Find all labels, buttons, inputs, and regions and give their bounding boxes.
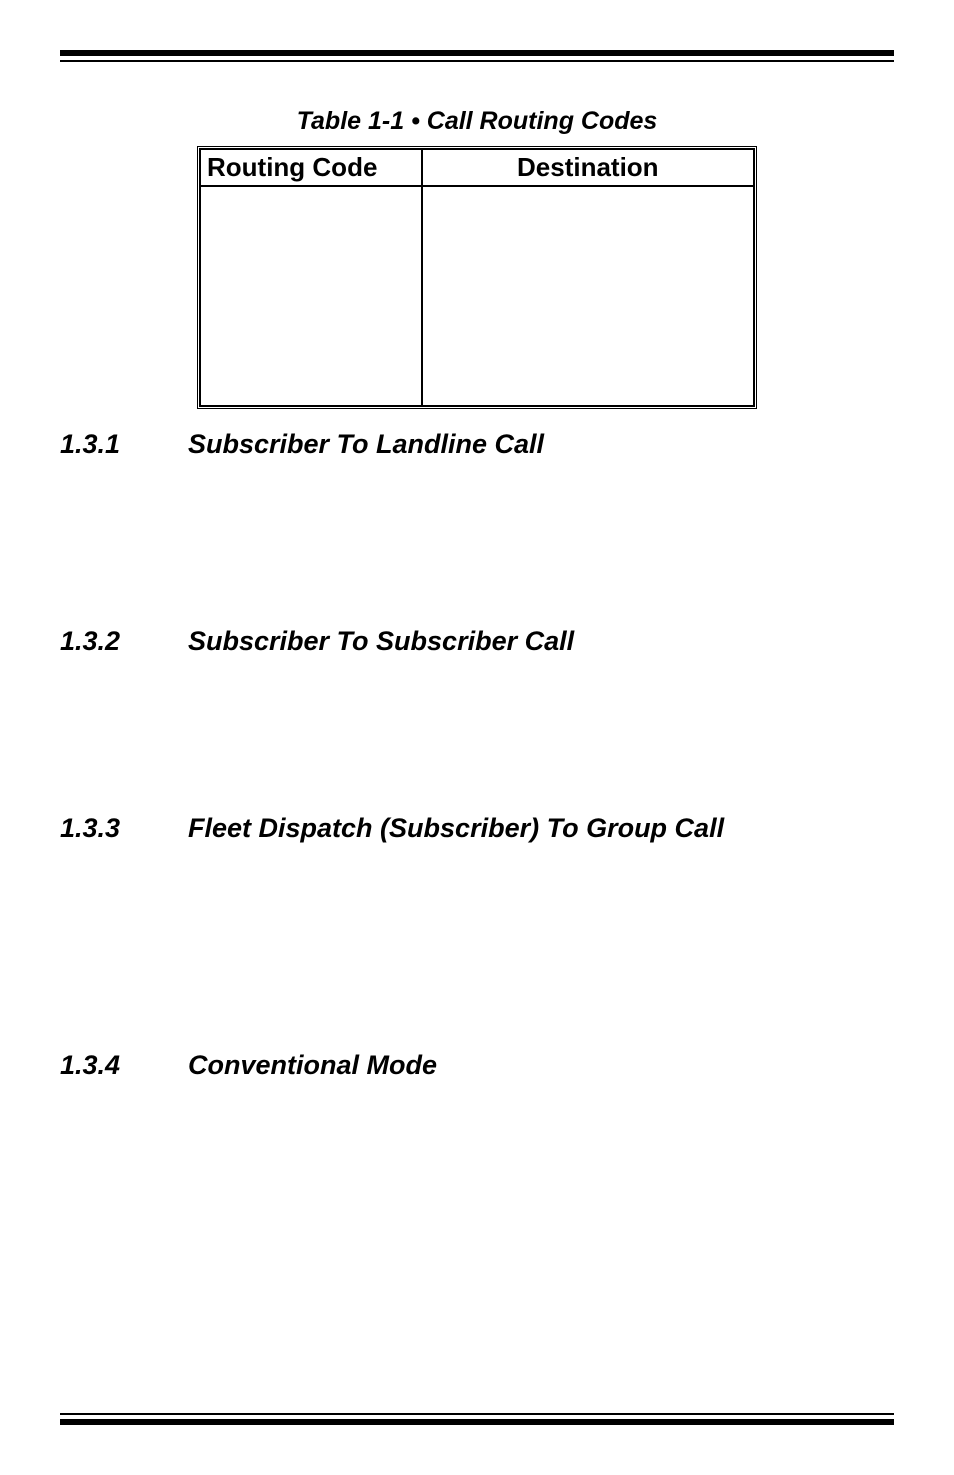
section-number: 1.3.4 xyxy=(60,1050,140,1081)
section-body-placeholder xyxy=(60,1091,894,1151)
cell-destination xyxy=(422,186,754,406)
section-title: Subscriber To Subscriber Call xyxy=(188,626,574,657)
section-heading: 1.3.1 Subscriber To Landline Call xyxy=(60,429,894,460)
header-routing-code: Routing Code xyxy=(200,149,422,186)
table-caption: Table 1-1 • Call Routing Codes xyxy=(60,107,894,136)
section-number: 1.3.3 xyxy=(60,813,140,844)
section-1-3-4: 1.3.4 Conventional Mode xyxy=(60,1050,894,1151)
top-horizontal-rule xyxy=(60,50,894,62)
section-number: 1.3.2 xyxy=(60,626,140,657)
section-number: 1.3.1 xyxy=(60,429,140,460)
routing-codes-table: Routing Code Destination xyxy=(197,146,757,409)
section-1-3-2: 1.3.2 Subscriber To Subscriber Call xyxy=(60,626,894,807)
section-heading: 1.3.4 Conventional Mode xyxy=(60,1050,894,1081)
section-title: Conventional Mode xyxy=(188,1050,437,1081)
section-1-3-3: 1.3.3 Fleet Dispatch (Subscriber) To Gro… xyxy=(60,813,894,1044)
section-body-placeholder xyxy=(60,470,894,620)
table-header-row: Routing Code Destination xyxy=(200,149,754,186)
table-row xyxy=(200,186,754,406)
cell-routing-code xyxy=(200,186,422,406)
section-title: Fleet Dispatch (Subscriber) To Group Cal… xyxy=(188,813,724,844)
header-destination: Destination xyxy=(422,149,754,186)
bottom-horizontal-rule xyxy=(60,1413,894,1425)
section-title: Subscriber To Landline Call xyxy=(188,429,544,460)
section-heading: 1.3.3 Fleet Dispatch (Subscriber) To Gro… xyxy=(60,813,894,844)
section-body-placeholder xyxy=(60,667,894,807)
section-heading: 1.3.2 Subscriber To Subscriber Call xyxy=(60,626,894,657)
section-1-3-1: 1.3.1 Subscriber To Landline Call xyxy=(60,429,894,620)
section-body-placeholder xyxy=(60,854,894,1044)
